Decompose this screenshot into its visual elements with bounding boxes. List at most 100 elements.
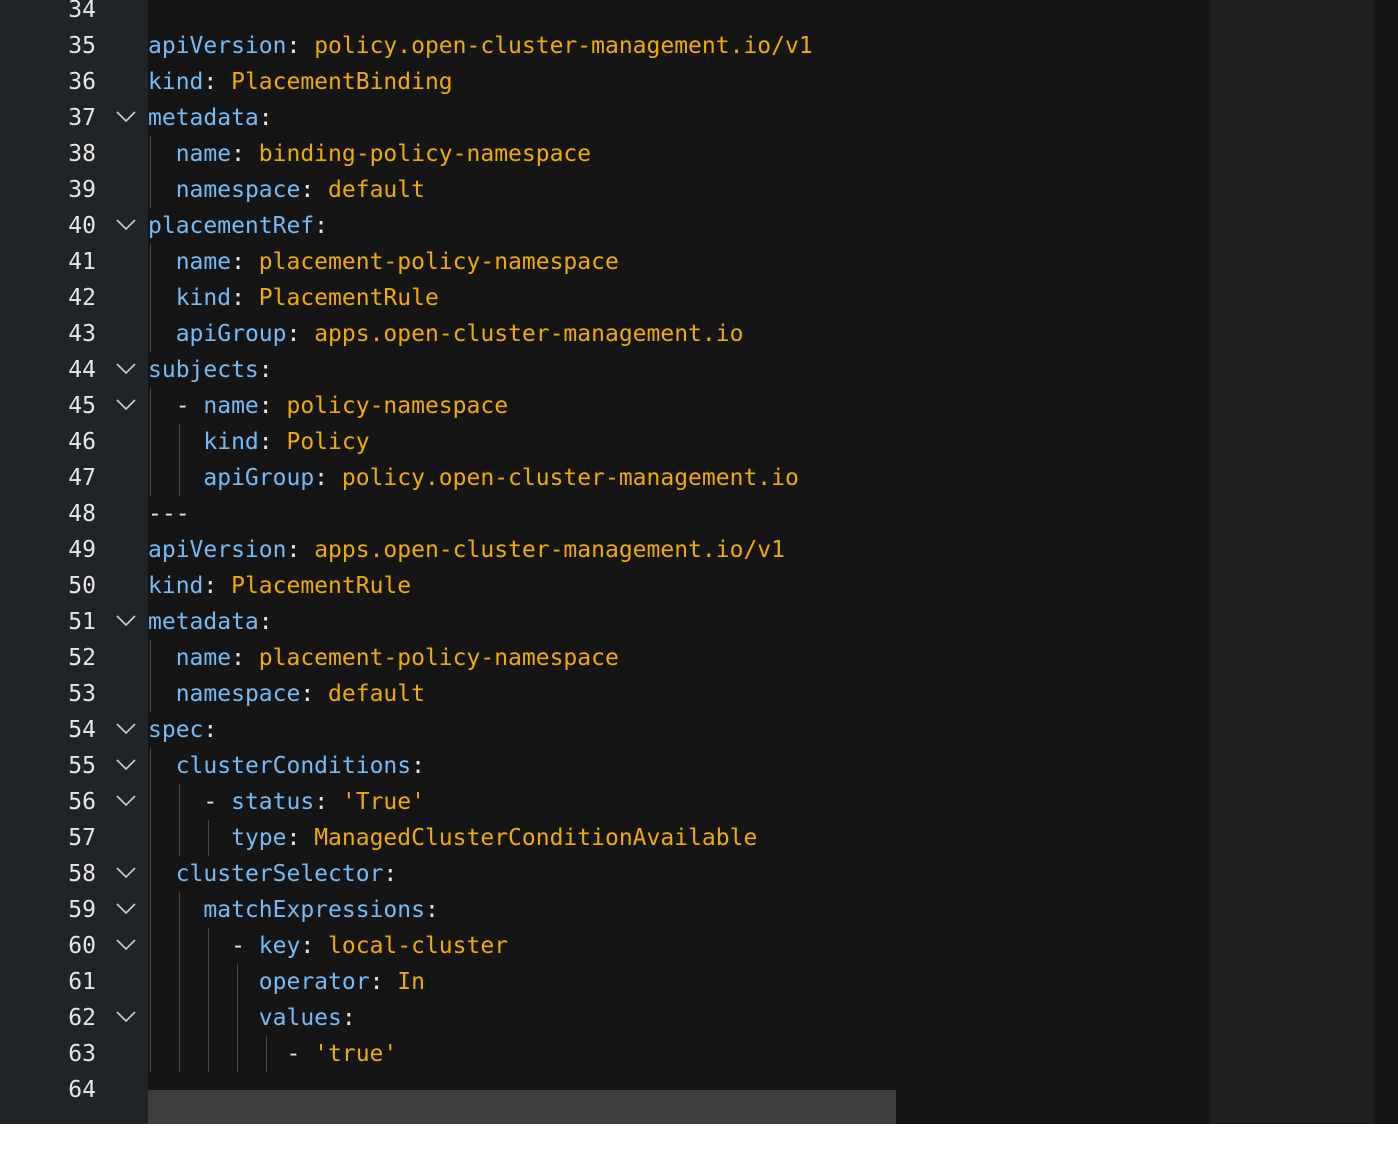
code-line[interactable]: 58 clusterSelector:	[0, 856, 1210, 892]
code-line[interactable]: 61 operator: In	[0, 964, 1210, 1000]
yaml-key: status	[231, 789, 315, 815]
yaml-punctuation: :	[286, 33, 315, 59]
yaml-key: clusterConditions	[175, 753, 412, 779]
yaml-punctuation	[148, 969, 259, 995]
code-text[interactable]: - key: local-cluster	[148, 928, 508, 964]
yaml-punctuation: :	[258, 105, 273, 131]
line-number: 61	[68, 969, 96, 995]
code-text[interactable]: ---	[148, 496, 190, 532]
code-text[interactable]: placementRef:	[148, 208, 328, 244]
yaml-value: PlacementRule	[231, 573, 412, 599]
chevron-down-icon[interactable]	[116, 399, 136, 411]
code-line[interactable]: 36 kind: PlacementBinding	[0, 64, 1210, 100]
code-text[interactable]: type: ManagedClusterConditionAvailable	[148, 820, 757, 856]
code-line[interactable]: 53 namespace: default	[0, 676, 1210, 712]
line-number: 36	[68, 69, 96, 95]
chevron-down-icon[interactable]	[116, 903, 136, 915]
yaml-value: In	[397, 969, 425, 995]
horizontal-scrollbar[interactable]	[148, 1090, 896, 1124]
yaml-punctuation: :	[203, 69, 232, 95]
code-line[interactable]: 50 kind: PlacementRule	[0, 568, 1210, 604]
code-line[interactable]: 63 - 'true'	[0, 1036, 1210, 1072]
code-text[interactable]: apiVersion: policy.open-cluster-manageme…	[148, 28, 813, 64]
chevron-down-icon[interactable]	[116, 759, 136, 771]
code-line[interactable]: 46 kind: Policy	[0, 424, 1210, 460]
chevron-down-icon[interactable]	[116, 111, 136, 123]
vertical-scrollbar[interactable]	[1374, 0, 1398, 1124]
yaml-punctuation	[148, 753, 176, 779]
code-text[interactable]: name: placement-policy-namespace	[148, 640, 619, 676]
chevron-down-icon[interactable]	[116, 1011, 136, 1023]
code-text[interactable]: namespace: default	[148, 172, 425, 208]
chevron-down-icon[interactable]	[116, 867, 136, 879]
code-line[interactable]: 57 type: ManagedClusterConditionAvailabl…	[0, 820, 1210, 856]
yaml-code-editor[interactable]: 34 35 apiVersion: policy.open-cluster-man…	[0, 0, 1398, 1124]
code-text[interactable]: clusterSelector:	[148, 856, 398, 892]
code-text[interactable]: - 'true'	[148, 1036, 397, 1072]
code-text[interactable]: name: binding-policy-namespace	[148, 136, 591, 172]
code-line[interactable]: 37 metadata:	[0, 100, 1210, 136]
code-text[interactable]: metadata:	[148, 100, 273, 136]
code-line[interactable]: 60 - key: local-cluster	[0, 928, 1210, 964]
code-line[interactable]: 47 apiGroup: policy.open-cluster-managem…	[0, 460, 1210, 496]
code-text[interactable]: clusterConditions:	[148, 748, 425, 784]
line-number: 48	[68, 501, 96, 527]
code-text[interactable]: operator: In	[148, 964, 425, 1000]
code-text[interactable]: kind: PlacementRule	[148, 568, 411, 604]
yaml-punctuation	[148, 897, 203, 923]
code-text[interactable]: apiGroup: policy.open-cluster-management…	[148, 460, 798, 496]
chevron-down-icon[interactable]	[116, 939, 136, 951]
yaml-punctuation: :	[231, 645, 259, 671]
code-text[interactable]: name: placement-policy-namespace	[148, 244, 619, 280]
code-line[interactable]: 59 matchExpressions:	[0, 892, 1210, 928]
yaml-key: apiGroup	[203, 465, 315, 491]
chevron-down-icon[interactable]	[116, 615, 136, 627]
line-number: 59	[68, 897, 96, 923]
code-line[interactable]: 48 ---	[0, 496, 1210, 532]
code-line[interactable]: 40 placementRef:	[0, 208, 1210, 244]
code-line[interactable]: 55 clusterConditions:	[0, 748, 1210, 784]
code-line[interactable]: 52 name: placement-policy-namespace	[0, 640, 1210, 676]
code-text[interactable]: spec:	[148, 712, 217, 748]
code-text[interactable]: kind: Policy	[148, 424, 369, 460]
code-line[interactable]: 45 - name: policy-namespace	[0, 388, 1210, 424]
code-line[interactable]: 35 apiVersion: policy.open-cluster-manage…	[0, 28, 1210, 64]
code-text[interactable]: namespace: default	[148, 676, 425, 712]
yaml-punctuation	[148, 465, 203, 491]
code-text[interactable]	[148, 0, 176, 28]
yaml-value: 'true'	[314, 1041, 398, 1067]
code-text[interactable]: - status: 'True'	[148, 784, 425, 820]
code-line[interactable]: 42 kind: PlacementRule	[0, 280, 1210, 316]
chevron-down-icon[interactable]	[116, 723, 136, 735]
code-line[interactable]: 51 metadata:	[0, 604, 1210, 640]
code-text[interactable]: apiGroup: apps.open-cluster-management.i…	[148, 316, 744, 352]
line-number: 63	[68, 1041, 96, 1067]
code-text[interactable]: subjects:	[148, 352, 273, 388]
code-text[interactable]: kind: PlacementBinding	[148, 64, 453, 100]
chevron-down-icon[interactable]	[116, 219, 136, 231]
code-line[interactable]: 44 subjects:	[0, 352, 1210, 388]
code-line[interactable]: 41 name: placement-policy-namespace	[0, 244, 1210, 280]
code-line[interactable]: 43 apiGroup: apps.open-cluster-managemen…	[0, 316, 1210, 352]
code-line[interactable]: 34	[0, 0, 1210, 28]
code-text[interactable]: kind: PlacementRule	[148, 280, 439, 316]
code-line[interactable]: 62 values:	[0, 1000, 1210, 1036]
code-text[interactable]: metadata:	[148, 604, 273, 640]
code-text[interactable]: - name: policy-namespace	[148, 388, 508, 424]
code-line[interactable]: 49 apiVersion: apps.open-cluster-manageme…	[0, 532, 1210, 568]
yaml-punctuation: :	[286, 537, 315, 563]
minimap[interactable]	[1210, 0, 1374, 1124]
line-number: 37	[68, 105, 96, 131]
code-line[interactable]: 54 spec:	[0, 712, 1210, 748]
code-text[interactable]: values:	[148, 1000, 356, 1036]
code-text[interactable]: matchExpressions:	[148, 892, 438, 928]
yaml-punctuation: :	[314, 789, 342, 815]
yaml-key: operator	[258, 969, 370, 995]
yaml-key: spec	[148, 717, 204, 743]
code-text[interactable]: apiVersion: apps.open-cluster-management…	[148, 532, 785, 568]
chevron-down-icon[interactable]	[116, 363, 136, 375]
chevron-down-icon[interactable]	[116, 795, 136, 807]
code-line[interactable]: 39 namespace: default	[0, 172, 1210, 208]
code-line[interactable]: 56 - status: 'True'	[0, 784, 1210, 820]
code-line[interactable]: 38 name: binding-policy-namespace	[0, 136, 1210, 172]
